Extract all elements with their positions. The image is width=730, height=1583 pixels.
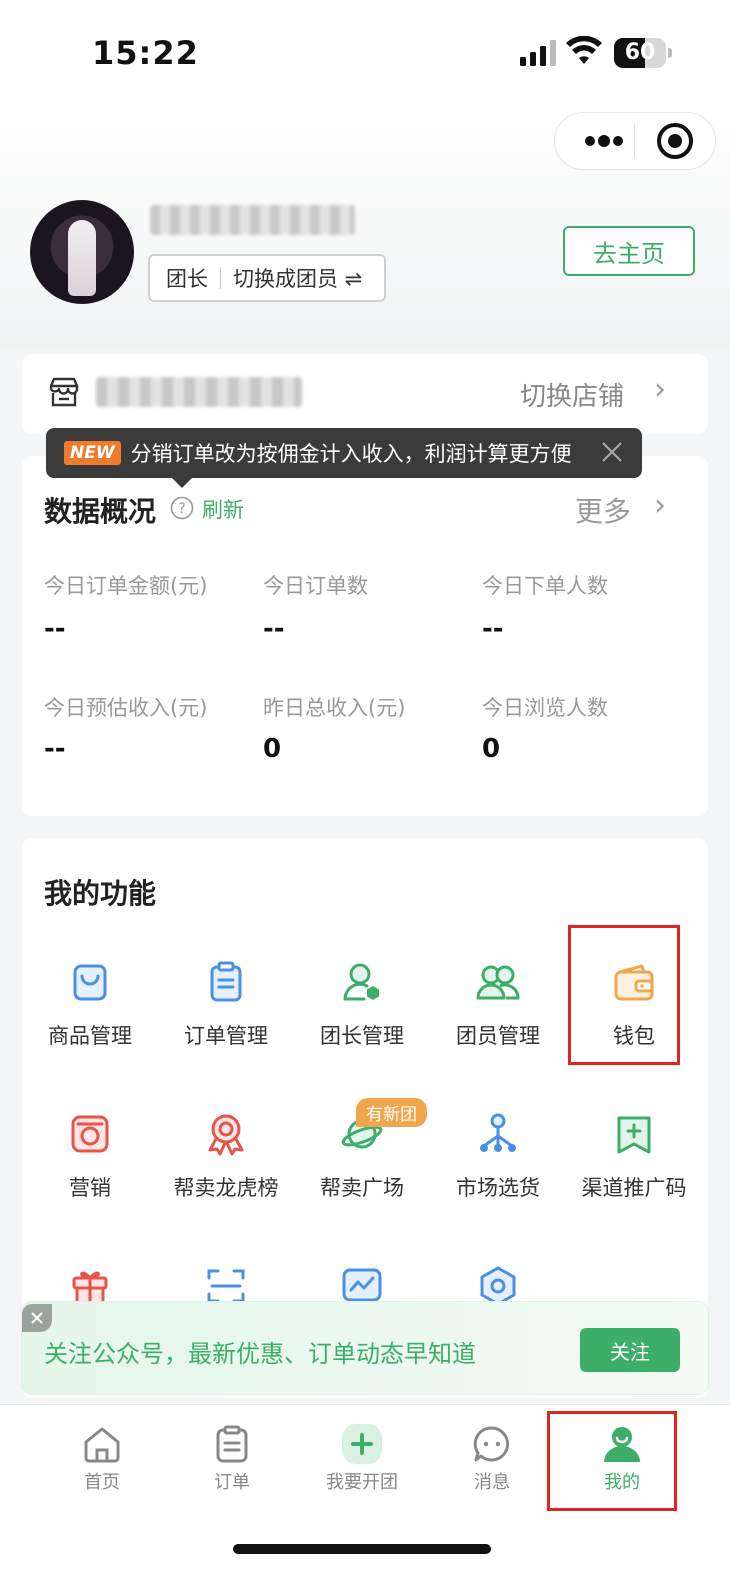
- tooltip-arrow: [172, 478, 192, 488]
- wallet-highlight-box: [568, 925, 680, 1065]
- order-icon: [216, 1425, 248, 1463]
- ribbon-icon: [208, 1114, 244, 1156]
- bag-icon: [73, 964, 107, 1001]
- stat-value: --: [44, 614, 66, 644]
- plus-icon: [342, 1424, 382, 1464]
- store-icon: [49, 377, 79, 407]
- follow-button[interactable]: 关注: [580, 1328, 680, 1372]
- close-miniprogram-button[interactable]: [656, 122, 694, 160]
- marketing-icon: [71, 1115, 109, 1153]
- tooltip-message: 分销订单改为按佣金计入收入，利润计算更方便: [130, 442, 572, 466]
- switch-role-button[interactable]: 切换成团员 ⇌: [221, 263, 362, 293]
- role-label: 团长: [166, 267, 208, 291]
- stat-value: --: [263, 614, 285, 644]
- tab-messages[interactable]: 消息: [432, 1424, 552, 1494]
- function-label: 帮卖广场: [320, 1176, 404, 1200]
- function-label: 团员管理: [456, 1024, 540, 1048]
- tab-orders[interactable]: 订单: [172, 1424, 292, 1494]
- switch-store-button[interactable]: 切换店铺: [520, 376, 624, 413]
- refresh-link[interactable]: 刷新: [202, 494, 244, 524]
- close-icon: [31, 1312, 43, 1324]
- wifi-icon: [566, 36, 602, 64]
- market-selection-button[interactable]: 市场选货: [430, 1112, 566, 1202]
- leader-management-button[interactable]: 团长管理: [294, 960, 430, 1050]
- member-management-button[interactable]: 团员管理: [430, 960, 566, 1050]
- follow-banner-text: 关注公众号，最新优惠、订单动态早知道: [44, 1340, 476, 1368]
- chevron-right-icon: ›: [654, 488, 666, 523]
- username-redacted: [150, 205, 355, 235]
- capsule-divider: [634, 124, 635, 158]
- stat-label: 今日下单人数: [482, 574, 608, 598]
- function-label: 市场选货: [456, 1176, 540, 1200]
- new-badge: NEW: [64, 441, 121, 465]
- function-label: 帮卖龙虎榜: [173, 1176, 279, 1200]
- tab-start-group[interactable]: 我要开团: [302, 1424, 422, 1494]
- network-icon: [480, 1113, 516, 1152]
- announcement-tooltip: NEW 分销订单改为按佣金计入收入，利润计算更方便: [46, 428, 642, 478]
- tab-label: 订单: [214, 1472, 250, 1493]
- home-indicator: [233, 1544, 491, 1554]
- close-banner-button[interactable]: [22, 1304, 52, 1332]
- function-label: 营销: [69, 1176, 111, 1200]
- mine-tab-highlight-box: [547, 1411, 677, 1511]
- stat-value: --: [44, 734, 66, 764]
- svg-text:?: ?: [178, 501, 185, 517]
- message-icon: [473, 1426, 510, 1462]
- function-label: 商品管理: [48, 1024, 132, 1048]
- stat-value: 0: [482, 734, 501, 764]
- close-icon[interactable]: [600, 440, 624, 464]
- go-homepage-button[interactable]: 去主页: [563, 226, 695, 276]
- stat-label: 今日订单金额(元): [44, 574, 208, 598]
- tab-label: 首页: [84, 1472, 120, 1493]
- stat-label: 今日预估收入(元): [44, 696, 208, 720]
- role-switcher[interactable]: 团长 切换成团员 ⇌: [148, 254, 386, 302]
- data-overview-title: 数据概况: [44, 495, 157, 528]
- tab-home[interactable]: 首页: [42, 1424, 162, 1494]
- stat-label: 昨日总收入(元): [263, 696, 406, 720]
- function-label: 订单管理: [184, 1024, 268, 1048]
- tab-label: 我要开团: [326, 1472, 398, 1493]
- sales-leaderboard-button[interactable]: 帮卖龙虎榜: [158, 1112, 294, 1202]
- bookmark-plus-icon: [617, 1116, 651, 1154]
- more-options-button[interactable]: [574, 124, 634, 158]
- stat-value: --: [482, 614, 504, 644]
- leader-icon: [343, 963, 379, 1001]
- home-icon: [84, 1427, 120, 1463]
- members-icon: [476, 965, 520, 1000]
- function-label: 团长管理: [320, 1024, 404, 1048]
- more-dots-icon: [585, 135, 623, 147]
- more-link[interactable]: 更多: [575, 490, 631, 530]
- new-group-badge: 有新团: [356, 1098, 427, 1127]
- help-icon[interactable]: ?: [170, 496, 194, 520]
- stat-label: 今日浏览人数: [482, 696, 608, 720]
- stat-label: 今日订单数: [263, 574, 368, 598]
- status-time: 15:22: [92, 34, 199, 72]
- chevron-right-icon: ›: [654, 372, 666, 407]
- order-management-button[interactable]: 订单管理: [158, 960, 294, 1050]
- avatar[interactable]: [30, 200, 134, 304]
- stat-value: 0: [263, 734, 282, 764]
- my-functions-title: 我的功能: [44, 877, 157, 910]
- signal-icon: [520, 40, 556, 66]
- store-name-redacted: [96, 377, 302, 407]
- product-management-button[interactable]: 商品管理: [22, 960, 158, 1050]
- battery-level: 60: [624, 40, 656, 65]
- tab-label: 消息: [474, 1472, 510, 1493]
- battery-indicator: 60: [614, 38, 666, 68]
- marketing-button[interactable]: 营销: [22, 1112, 158, 1202]
- channel-promo-code-button[interactable]: 渠道推广码: [566, 1112, 702, 1202]
- function-label: 渠道推广码: [581, 1176, 687, 1200]
- clipboard-icon: [210, 961, 242, 1002]
- battery-cap: [668, 48, 672, 58]
